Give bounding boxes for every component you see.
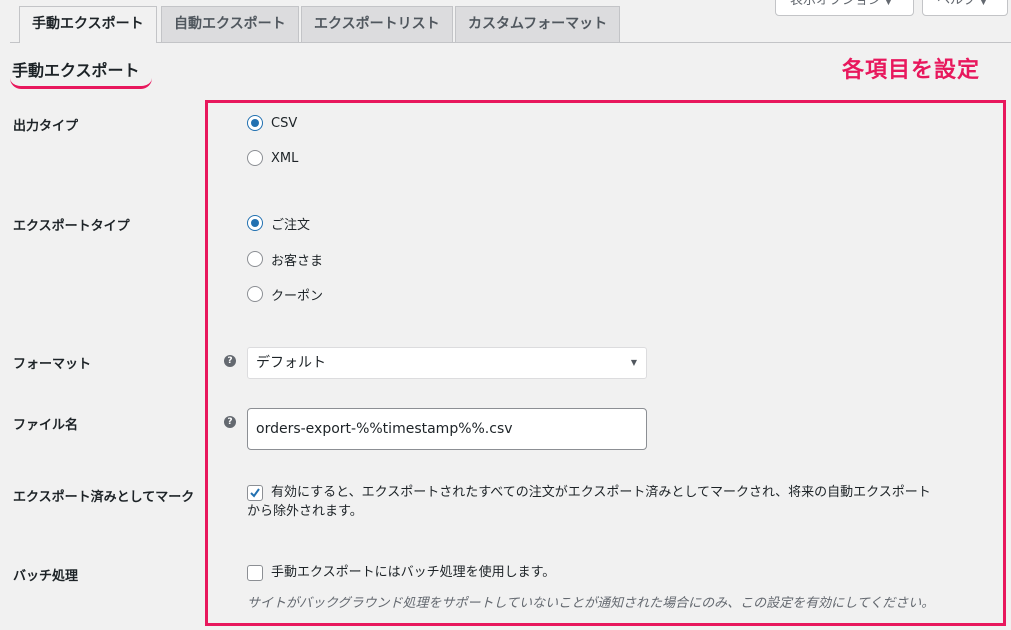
mark-exported-text-line2: から除外されます。	[247, 504, 363, 519]
radio-xml-button[interactable]	[247, 150, 263, 166]
tab-manual-export[interactable]: 手動エクスポート	[19, 6, 157, 43]
filename-input[interactable]	[247, 408, 647, 450]
batch-checkbox[interactable]	[247, 565, 263, 581]
radio-csv[interactable]: CSV	[247, 114, 297, 132]
radio-customers-label: お客さま	[271, 253, 324, 269]
radio-customers-button[interactable]	[247, 251, 263, 267]
format-select-value: デフォルト	[256, 355, 326, 371]
radio-orders-button[interactable]	[247, 215, 263, 231]
chevron-down-icon: ▼	[630, 358, 637, 367]
annotation-label: 各項目を設定	[842, 58, 981, 83]
format-select[interactable]: デフォルト ▼	[247, 347, 647, 379]
radio-coupons-button[interactable]	[247, 286, 263, 302]
radio-orders[interactable]: ご注文	[247, 214, 311, 233]
output-type-label: 出力タイプ	[13, 119, 79, 134]
help-icon[interactable]: ?	[224, 355, 236, 367]
radio-customers[interactable]: お客さま	[247, 250, 324, 269]
checkmark-icon	[250, 488, 260, 498]
radio-xml-label: XML	[271, 150, 299, 166]
filename-label: ファイル名	[13, 418, 79, 433]
title-underline-annotation	[10, 78, 152, 89]
batch-description: サイトがバックグラウンド処理をサポートしていないことが通知された場合にのみ、この…	[247, 596, 935, 611]
export-type-label: エクスポートタイプ	[13, 219, 130, 234]
tab-export-list[interactable]: エクスポートリスト	[301, 6, 453, 42]
tab-bar: 手動エクスポート 自動エクスポート エクスポートリスト カスタムフォーマット	[10, 6, 1011, 43]
tab-auto-export[interactable]: 自動エクスポート	[161, 6, 299, 42]
radio-orders-label: ご注文	[271, 217, 311, 233]
format-label: フォーマット	[13, 357, 92, 372]
radio-csv-label: CSV	[271, 115, 298, 131]
help-icon[interactable]: ?	[224, 416, 236, 428]
radio-coupons[interactable]: クーポン	[247, 285, 324, 304]
batch-text: 手動エクスポートにはバッチ処理を使用します。	[271, 565, 556, 580]
radio-coupons-label: クーポン	[271, 288, 324, 304]
mark-exported-text-line1: 有効にすると、エクスポートされたすべての注文がエクスポート済みとしてマークされ、…	[271, 485, 931, 500]
batch-label: バッチ処理	[13, 569, 79, 584]
mark-exported-label: エクスポート済みとしてマーク	[13, 490, 195, 505]
radio-csv-button[interactable]	[247, 115, 263, 131]
tab-custom-format[interactable]: カスタムフォーマット	[455, 6, 621, 42]
radio-xml[interactable]: XML	[247, 149, 298, 167]
mark-exported-checkbox[interactable]	[247, 485, 263, 501]
